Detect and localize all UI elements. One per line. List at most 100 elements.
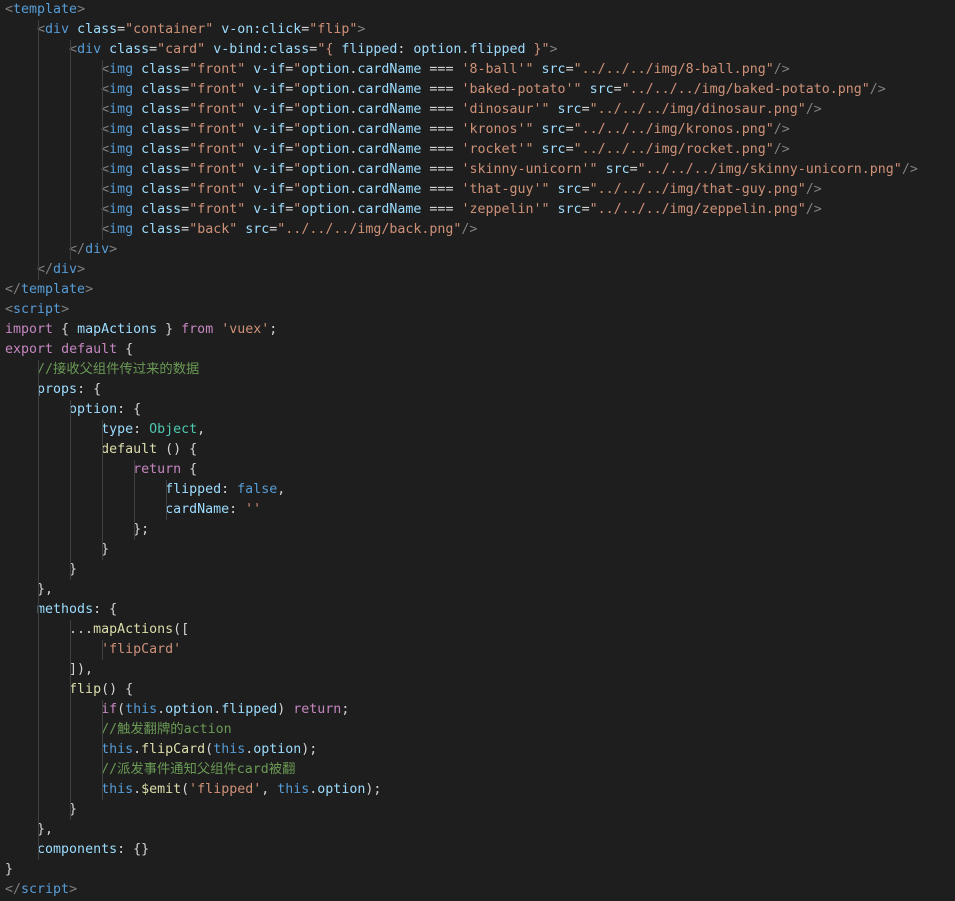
code-token: div: [77, 42, 102, 57]
code-token: cardName: [357, 182, 422, 197]
code-token: div: [85, 242, 110, 257]
indent-guide: [37, 520, 39, 540]
indent-guide: [101, 520, 103, 540]
code-token: :: [221, 482, 238, 497]
code-token: div: [53, 262, 78, 277]
code-token: <: [5, 2, 14, 17]
code-token: />: [805, 182, 822, 197]
code-token: : {}: [117, 842, 150, 857]
code-token: cardName: [165, 502, 230, 517]
code-line: if(this.option.flipped) return;: [0, 700, 955, 720]
code-token: ): [277, 702, 294, 717]
code-token: =: [629, 162, 638, 177]
indent-guide: [101, 60, 103, 80]
code-token: cardName: [357, 202, 422, 217]
code-line: default () {: [0, 440, 955, 460]
code-token: >: [61, 302, 70, 317]
code-token: v-if: [253, 182, 286, 197]
code-token: class: [141, 82, 182, 97]
code-token: flipped: [221, 702, 278, 717]
indent-guide: [101, 460, 103, 480]
code-token: >: [69, 882, 78, 897]
code-token: 'baked-potato': [461, 82, 574, 97]
code-token: img: [109, 102, 134, 117]
indent-guide: [101, 740, 103, 760]
code-token: {: [117, 342, 134, 357]
code-token: />: [773, 62, 790, 77]
code-line: <img class="front" v-if="option.cardName…: [0, 120, 955, 140]
code-token: "front": [189, 182, 246, 197]
code-token: />: [805, 102, 822, 117]
code-token: : {: [93, 602, 118, 617]
indent-guide: [69, 680, 71, 700]
code-token: =: [181, 142, 190, 157]
code-line: <script>: [0, 300, 955, 320]
code-token: v-if: [253, 82, 286, 97]
code-token: />: [805, 202, 822, 217]
code-line: }: [0, 800, 955, 820]
code-token: }: [5, 562, 78, 577]
indent-guide: [69, 80, 71, 100]
code-token: default: [101, 442, 158, 457]
indent-guide: [37, 500, 39, 520]
code-token: option: [69, 402, 118, 417]
code-token: cardName: [357, 162, 422, 177]
indent-guide: [37, 220, 39, 240]
code-token: ===: [421, 82, 462, 97]
code-token: option: [301, 142, 350, 157]
code-token: class: [141, 182, 182, 197]
indent-guide: [69, 720, 71, 740]
code-token: option: [301, 62, 350, 77]
code-token: mapActions: [77, 322, 158, 337]
indent-guide: [69, 60, 71, 80]
indent-guide: [69, 460, 71, 480]
code-token: class: [109, 42, 150, 57]
code-token: "front": [189, 82, 246, 97]
code-token: this: [101, 782, 134, 797]
code-token: }: [157, 322, 182, 337]
indent-guide: [37, 200, 39, 220]
code-editor[interactable]: <template> <div class="container" v-on:c…: [0, 0, 955, 901]
code-token: "card": [157, 42, 206, 57]
code-token: if: [101, 702, 118, 717]
indent-guide: [133, 460, 135, 480]
code-line: <img class="front" v-if="option.cardName…: [0, 180, 955, 200]
code-token: class: [141, 62, 182, 77]
code-line: }: [0, 540, 955, 560]
code-token: flipped: [469, 42, 526, 57]
indent-guide: [37, 700, 39, 720]
code-token: ===: [421, 182, 462, 197]
code-line: <template>: [0, 0, 955, 20]
code-token: {: [181, 462, 198, 477]
code-token: },: [5, 822, 54, 837]
code-token: return: [133, 462, 182, 477]
code-token: option: [301, 122, 350, 137]
code-line: 'flipCard': [0, 640, 955, 660]
code-line: <div class="card" v-bind:class="{ flippe…: [0, 40, 955, 60]
code-token: "front": [189, 162, 246, 177]
code-token: 'flipped': [189, 782, 262, 797]
indent-guide: [69, 500, 71, 520]
code-token: v-if: [253, 142, 286, 157]
code-token: : {: [77, 382, 102, 397]
code-token: },: [5, 582, 54, 597]
code-token: ,: [197, 422, 206, 437]
code-token: =: [149, 42, 158, 57]
code-line: <img class="front" v-if="option.cardName…: [0, 60, 955, 80]
code-token: () {: [101, 682, 134, 697]
code-token: =: [181, 162, 190, 177]
indent-guide: [69, 40, 71, 60]
indent-guide: [101, 200, 103, 220]
code-token: ===: [421, 142, 462, 157]
